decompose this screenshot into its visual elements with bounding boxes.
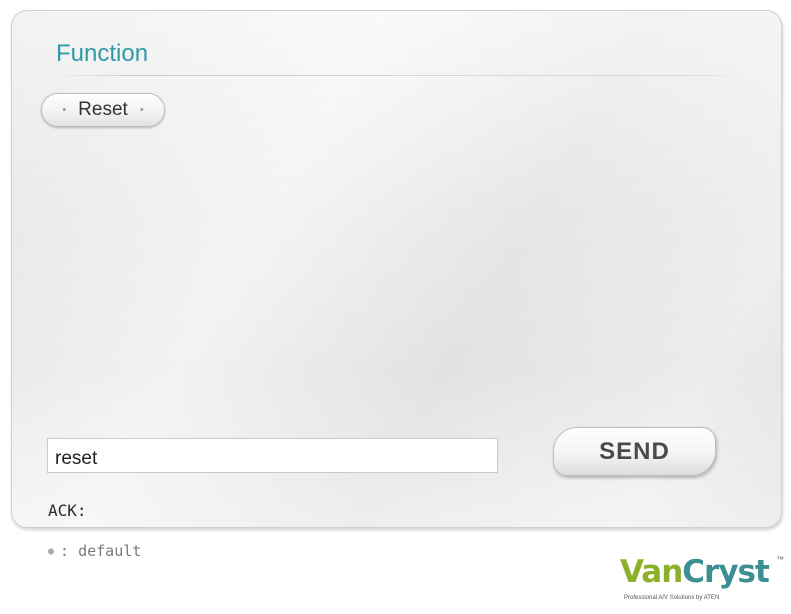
vancryst-logo: VanCryst ™ Professional A/V Solutions by…	[616, 553, 786, 609]
send-button-label: SEND	[599, 437, 670, 465]
reset-button-label: Reset	[78, 99, 128, 120]
legend-text: : default	[60, 542, 142, 560]
send-button[interactable]: SEND	[553, 427, 716, 476]
default-legend: ● : default	[48, 542, 141, 560]
small-dot-icon: •	[62, 103, 67, 116]
logo-tagline: Professional A/V Solutions by ATEN	[624, 595, 720, 601]
function-panel: Function • Reset • SEND ACK:	[11, 10, 782, 528]
logo-cryst: Cryst	[682, 554, 770, 590]
title-divider	[52, 75, 751, 76]
reset-button[interactable]: • Reset •	[41, 93, 165, 127]
panel-title: Function	[56, 40, 149, 67]
small-dot-icon: •	[139, 103, 144, 116]
logo-van: Van	[620, 554, 683, 590]
logo-wordmark: VanCryst	[620, 553, 770, 591]
trademark-symbol: ™	[776, 555, 784, 564]
command-input[interactable]	[47, 438, 498, 473]
ack-label: ACK:	[48, 501, 87, 520]
bullet-icon: ●	[48, 545, 55, 557]
